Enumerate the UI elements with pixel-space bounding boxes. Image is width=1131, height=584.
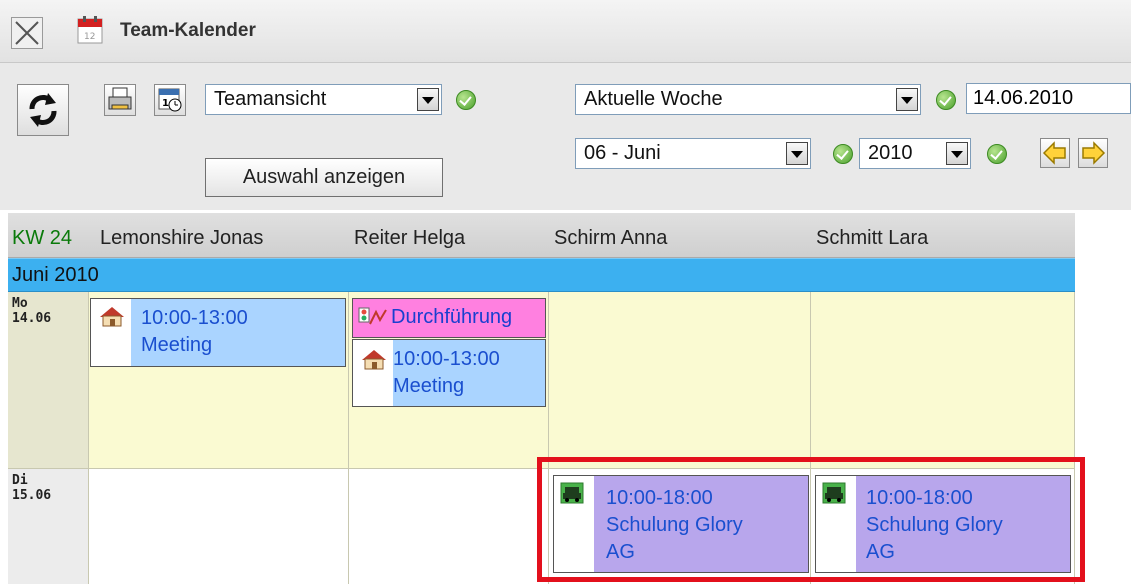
column-divider <box>348 292 349 584</box>
event-time: 10:00-13:00 <box>141 307 248 329</box>
event-meeting[interactable]: 10:00-13:00 Meeting <box>352 339 546 407</box>
calendar-icon: 12 <box>77 16 103 44</box>
view-select-value: Teamansicht <box>214 88 327 110</box>
calendar-clock-icon: 1 <box>158 88 182 112</box>
toolbar: 1 Teamansicht Auswahl anzeigen Aktuelle … <box>0 63 1131 210</box>
day-name: Di <box>12 473 28 488</box>
day-name: Mo <box>12 296 28 311</box>
next-button[interactable] <box>1078 138 1108 168</box>
month-select-value: 06 - Juni <box>584 142 661 164</box>
title-bar: 12 Team-Kalender <box>0 0 1131 63</box>
calendar-header: KW 24 Lemonshire Jonas Reiter Helga Schi… <box>8 213 1075 258</box>
person-header[interactable]: Lemonshire Jonas <box>100 213 263 257</box>
column-divider <box>88 292 89 584</box>
month-select[interactable]: 06 - Juni <box>575 138 811 169</box>
window-title: Team-Kalender <box>120 20 256 41</box>
confirm-month-icon[interactable] <box>833 144 853 164</box>
event-title: Meeting <box>141 334 213 356</box>
year-select-value: 2010 <box>868 142 913 164</box>
calendar-settings-button[interactable]: 1 <box>154 84 186 116</box>
arrow-right-icon <box>1082 141 1106 165</box>
event-durchfuehrung[interactable]: Durchführung <box>352 298 546 338</box>
event-title: Durchführung <box>391 306 513 328</box>
svg-text:12: 12 <box>84 32 95 42</box>
print-button[interactable] <box>104 84 136 116</box>
refresh-icon <box>29 93 57 127</box>
house-icon <box>100 307 124 327</box>
highlight-frame <box>537 457 1085 582</box>
chevron-down-icon[interactable] <box>786 142 808 165</box>
previous-button[interactable] <box>1040 138 1070 168</box>
event-title: Meeting <box>393 375 465 397</box>
confirm-view-icon[interactable] <box>456 90 476 110</box>
event-time: 10:00-13:00 <box>393 348 500 370</box>
month-banner: Juni 2010 <box>8 258 1075 292</box>
event-text: 10:00-13:00 Meeting <box>393 346 500 400</box>
show-selection-button[interactable]: Auswahl anzeigen <box>205 158 443 197</box>
close-icon <box>15 21 39 45</box>
refresh-button[interactable] <box>17 84 69 136</box>
day-label: Mo 14.06 <box>8 292 88 468</box>
workflow-icon <box>358 307 387 325</box>
range-select[interactable]: Aktuelle Woche <box>575 84 921 115</box>
chevron-down-icon[interactable] <box>417 88 439 111</box>
date-field[interactable]: 14.06.2010 <box>966 83 1131 114</box>
day-date: 14.06 <box>12 311 52 326</box>
house-icon <box>362 350 386 370</box>
person-header[interactable]: Schmitt Lara <box>816 213 928 257</box>
range-select-value: Aktuelle Woche <box>584 88 723 110</box>
week-label: KW 24 <box>12 227 73 249</box>
printer-icon <box>108 87 132 110</box>
svg-text:1: 1 <box>162 98 169 109</box>
year-select[interactable]: 2010 <box>859 138 971 169</box>
close-button[interactable] <box>11 17 43 49</box>
chevron-down-icon[interactable] <box>946 142 968 165</box>
view-select[interactable]: Teamansicht <box>205 84 442 115</box>
event-text: 10:00-13:00 Meeting <box>141 305 248 359</box>
chevron-down-icon[interactable] <box>896 88 918 111</box>
day-label: Di 15.06 <box>8 469 88 584</box>
event-meeting[interactable]: 10:00-13:00 Meeting <box>90 298 346 367</box>
confirm-range-icon[interactable] <box>936 90 956 110</box>
arrow-left-icon <box>1042 141 1066 165</box>
person-header[interactable]: Reiter Helga <box>354 213 465 257</box>
person-header[interactable]: Schirm Anna <box>554 213 667 257</box>
confirm-year-icon[interactable] <box>987 144 1007 164</box>
day-date: 15.06 <box>12 488 52 503</box>
